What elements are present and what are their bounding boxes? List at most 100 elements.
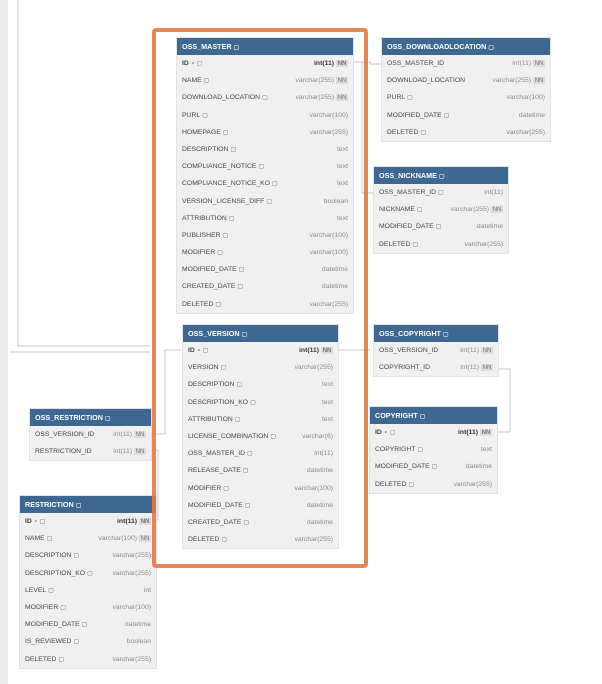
column-row-modified-date[interactable]: MODIFIED_DATE ▢ datetime	[382, 107, 550, 124]
comment-icon: ▢	[75, 503, 82, 509]
column-type-text: varchar(100)	[98, 535, 138, 543]
column-name-text: COPYRIGHT_ID	[379, 364, 430, 372]
column-name-text: MODIFIED_DATE	[379, 223, 434, 231]
key-icon: ∘	[33, 519, 38, 525]
column-row-download-location[interactable]: DOWNLOAD_LOCATION varchar(255) NN	[382, 72, 550, 89]
column-name-text: ID	[375, 429, 382, 436]
column-row-deleted[interactable]: DELETED ▢ varchar(255)	[370, 476, 497, 493]
column-name: PURL ▢	[387, 89, 413, 107]
column-type: int(11) NN	[460, 342, 493, 359]
column-row-copyright[interactable]: COPYRIGHT ▢ text	[370, 441, 497, 458]
comment-icon: ▢	[48, 587, 54, 594]
column-row-modified-date[interactable]: MODIFIED_DATE ▢ datetime	[370, 458, 497, 475]
column-row-modified-date[interactable]: MODIFIED_DATE ▢ datetime	[374, 218, 508, 235]
not-null-badge: NN	[139, 518, 151, 525]
column-type: int(11) NN	[113, 426, 146, 443]
column-name: DELETED ▢	[25, 651, 64, 669]
column-row-nickname[interactable]: NICKNAME ▢ varchar(255) NN	[374, 201, 508, 218]
column-row-oss-master-id[interactable]: OSS_MASTER_ID ▢ int(11)	[374, 184, 508, 201]
column-row-description[interactable]: DESCRIPTION ▢ varchar(255)	[20, 547, 156, 564]
column-name-text: DELETED	[379, 240, 411, 248]
column-name: MODIFIED_DATE ▢	[387, 107, 449, 125]
column-type: datetime	[466, 458, 492, 475]
column-name-text: DELETED	[25, 655, 57, 663]
column-type-text: datetime	[124, 621, 151, 629]
column-name: NICKNAME ▢	[379, 201, 423, 219]
comment-icon: ▢	[417, 447, 424, 454]
column-row-is-reviewed[interactable]: IS_REVIEWED ▢ boolean	[20, 633, 156, 650]
column-row-deleted[interactable]: DELETED ▢ varchar(255)	[20, 651, 156, 668]
table-restriction[interactable]: RESTRICTION ▢ ID ∘ ▢ int(11) NN NAME ▢ varchar(10…	[20, 496, 156, 668]
table-title: OSS_RESTRICTION	[35, 413, 103, 422]
table-oss-downloadlocation[interactable]: OSS_DOWNLOADLOCATION ▢ OSS_MASTER_ID int(11…	[382, 38, 550, 141]
column-type: varchar(255) NN	[451, 201, 503, 218]
column-row-name[interactable]: NAME ▢ varchar(100) NN	[20, 530, 156, 547]
table-header[interactable]: OSS_NICKNAME ▢	[374, 167, 508, 184]
column-row-description-ko[interactable]: DESCRIPTION_KO ▢ varchar(255)	[20, 565, 156, 582]
column-name-text: DOWNLOAD_LOCATION	[387, 77, 466, 85]
column-name: RESTRICTION_ID	[35, 443, 92, 460]
table-oss-nickname[interactable]: OSS_NICKNAME ▢ OSS_MASTER_ID ▢ int(11) NICKNA…	[374, 167, 508, 253]
not-null-badge: NN	[480, 429, 492, 436]
column-row-modifier[interactable]: MODIFIER ▢ varchar(100)	[20, 599, 156, 616]
column-name-text: MODIFIED_DATE	[387, 111, 442, 119]
column-type: int(11) NN	[512, 55, 545, 72]
comment-icon: ▢	[104, 416, 111, 422]
column-type-text: int(11)	[458, 429, 479, 436]
column-type: varchar(100) NN	[99, 530, 151, 547]
comment-icon: ▢	[412, 241, 419, 248]
table-oss-copyright[interactable]: OSS_COPYRIGHT ▢ OSS_VERSION_ID int(11) NN COP…	[374, 325, 498, 377]
not-null-badge: NN	[533, 77, 545, 85]
column-name: NAME ▢	[25, 530, 52, 548]
column-type-text: varchar(100)	[506, 94, 545, 102]
column-row-restriction-id[interactable]: RESTRICTION_ID int(11) NN	[30, 443, 151, 460]
table-title: OSS_NICKNAME	[379, 171, 437, 180]
table-header[interactable]: COPYRIGHT ▢	[370, 407, 497, 424]
table-copyright[interactable]: COPYRIGHT ▢ ID ∘ ▢ int(11) NN COPYRIGHT ▢ text MOD…	[370, 407, 497, 493]
column-row-oss-version-id[interactable]: OSS_VERSION_ID int(11) NN	[30, 426, 151, 443]
column-type-text: varchar(255)	[506, 128, 545, 136]
column-type: int(11) NN	[113, 443, 146, 460]
column-name: DESCRIPTION ▢	[25, 547, 79, 565]
column-name: OSS_VERSION_ID	[379, 342, 438, 359]
column-row-oss-master-id[interactable]: OSS_MASTER_ID int(11) NN	[382, 55, 550, 72]
column-row-deleted[interactable]: DELETED ▢ varchar(255)	[382, 124, 550, 141]
column-name-text: MODIFIER	[25, 603, 59, 611]
column-name: MODIFIED_DATE ▢	[25, 616, 87, 634]
comment-icon: ▢	[488, 45, 494, 51]
column-row-oss-version-id[interactable]: OSS_VERSION_ID int(11) NN	[374, 342, 498, 359]
column-type-text: datetime	[465, 463, 492, 471]
column-type-text: int(11)	[113, 431, 133, 438]
table-oss-restriction[interactable]: OSS_RESTRICTION ▢ OSS_VERSION_ID int(11) NN R…	[30, 409, 151, 461]
column-row-copyright-id[interactable]: COPYRIGHT_ID int(11) NN	[374, 359, 498, 376]
column-name-text: ID	[25, 518, 32, 525]
column-type-text: int(11)	[484, 189, 503, 196]
column-type-text: int	[143, 586, 151, 594]
column-name-text: IS_REVIEWED	[25, 638, 72, 646]
column-name-text: DELETED	[375, 480, 407, 488]
table-header[interactable]: OSS_DOWNLOADLOCATION ▢	[382, 38, 550, 55]
relation-line	[497, 368, 511, 433]
table-header[interactable]: OSS_RESTRICTION ▢	[30, 409, 151, 426]
column-row-level[interactable]: LEVEL ▢ int	[20, 582, 156, 599]
column-name-text: NAME	[25, 535, 45, 543]
column-row-id[interactable]: ID ∘ ▢ int(11) NN	[20, 513, 156, 530]
column-name-text: MODIFIED_DATE	[375, 463, 430, 471]
column-type-text: text	[481, 446, 492, 454]
column-type: int(11) NN	[458, 424, 492, 441]
column-row-modified-date[interactable]: MODIFIED_DATE ▢ datetime	[20, 616, 156, 633]
column-type-text: varchar(255)	[112, 552, 151, 560]
table-header[interactable]: RESTRICTION ▢	[20, 496, 156, 513]
comment-icon: ▢	[419, 414, 426, 420]
column-name-text: DESCRIPTION	[25, 552, 72, 560]
column-type-text: int(11)	[460, 347, 480, 354]
column-type: varchar(100)	[506, 89, 545, 106]
column-row-id[interactable]: ID ∘ ▢ int(11) NN	[370, 424, 497, 441]
column-type: varchar(255)	[506, 124, 545, 141]
column-type: varchar(255)	[453, 476, 492, 493]
comment-icon: ▢	[73, 639, 80, 646]
column-type: int(11)	[484, 184, 503, 201]
column-row-purl[interactable]: PURL ▢ varchar(100)	[382, 89, 550, 106]
column-row-deleted[interactable]: DELETED ▢ varchar(255)	[374, 236, 508, 253]
table-header[interactable]: OSS_COPYRIGHT ▢	[374, 325, 498, 342]
